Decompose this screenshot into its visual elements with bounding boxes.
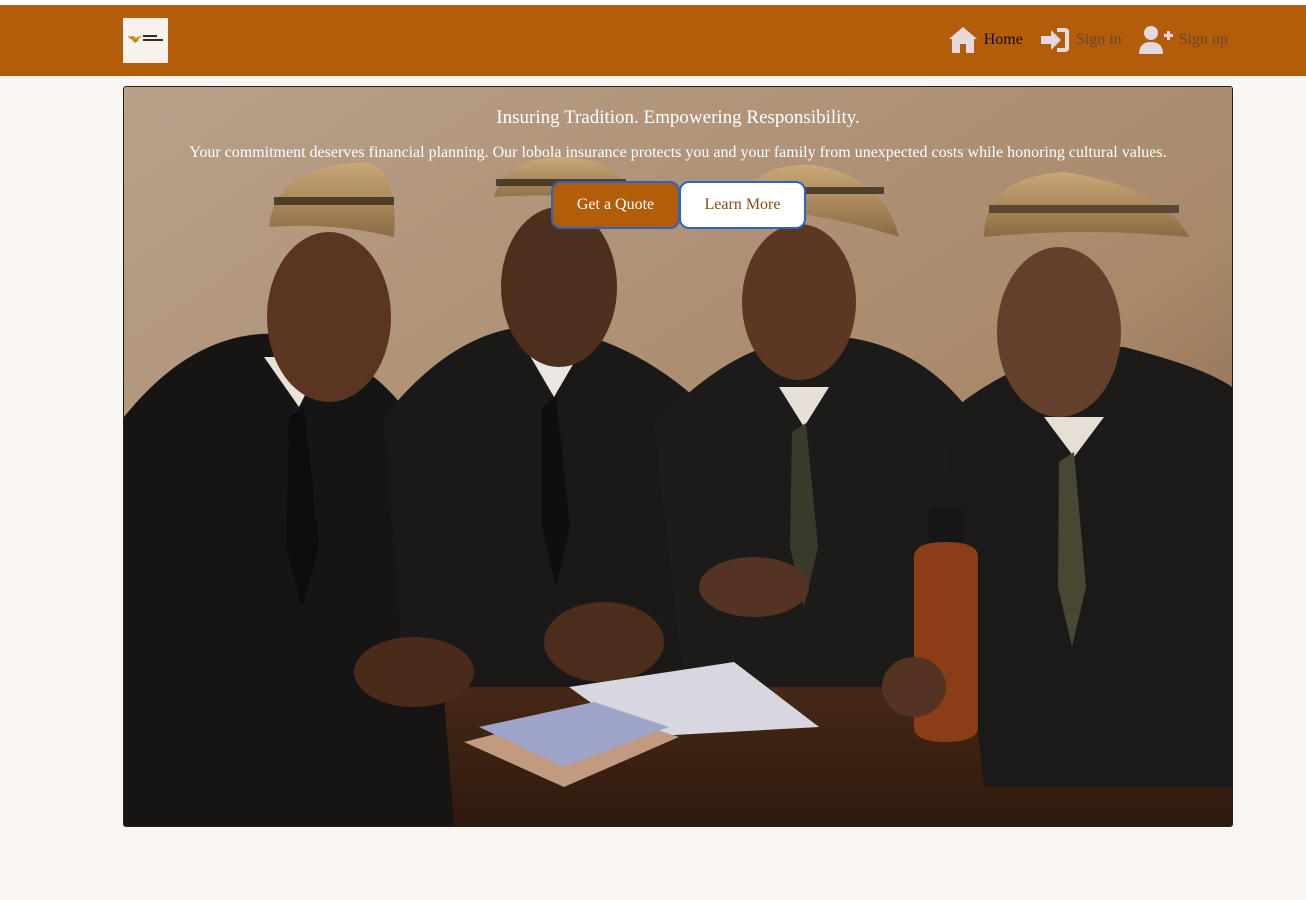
nav-signup-label: Sign up (1178, 31, 1228, 48)
get-quote-button[interactable]: Get a Quote (551, 181, 680, 229)
nav-home-link[interactable]: Home (947, 24, 1023, 56)
navbar: Home Sign in Sign up (0, 5, 1306, 76)
home-icon (948, 27, 977, 53)
hero-title: Insuring Tradition. Empowering Responsib… (496, 107, 860, 128)
nav-signup-link[interactable]: Sign up (1138, 24, 1228, 56)
nav-signin-link[interactable]: Sign in (1039, 24, 1122, 56)
hero-subtitle: Your commitment deserves financial plann… (189, 144, 1167, 161)
ox-horns-icon (123, 18, 168, 63)
sign-in-icon (1040, 28, 1069, 52)
brand-logo[interactable] (123, 18, 168, 63)
nav-signin-label: Sign in (1075, 31, 1122, 48)
learn-more-button[interactable]: Learn More (679, 181, 806, 229)
user-plus-icon (1138, 26, 1173, 54)
hero-section: Insuring Tradition. Empowering Responsib… (123, 86, 1233, 827)
nav-home-label: Home (983, 31, 1023, 48)
nav-links: Home Sign in Sign up (931, 24, 1228, 56)
